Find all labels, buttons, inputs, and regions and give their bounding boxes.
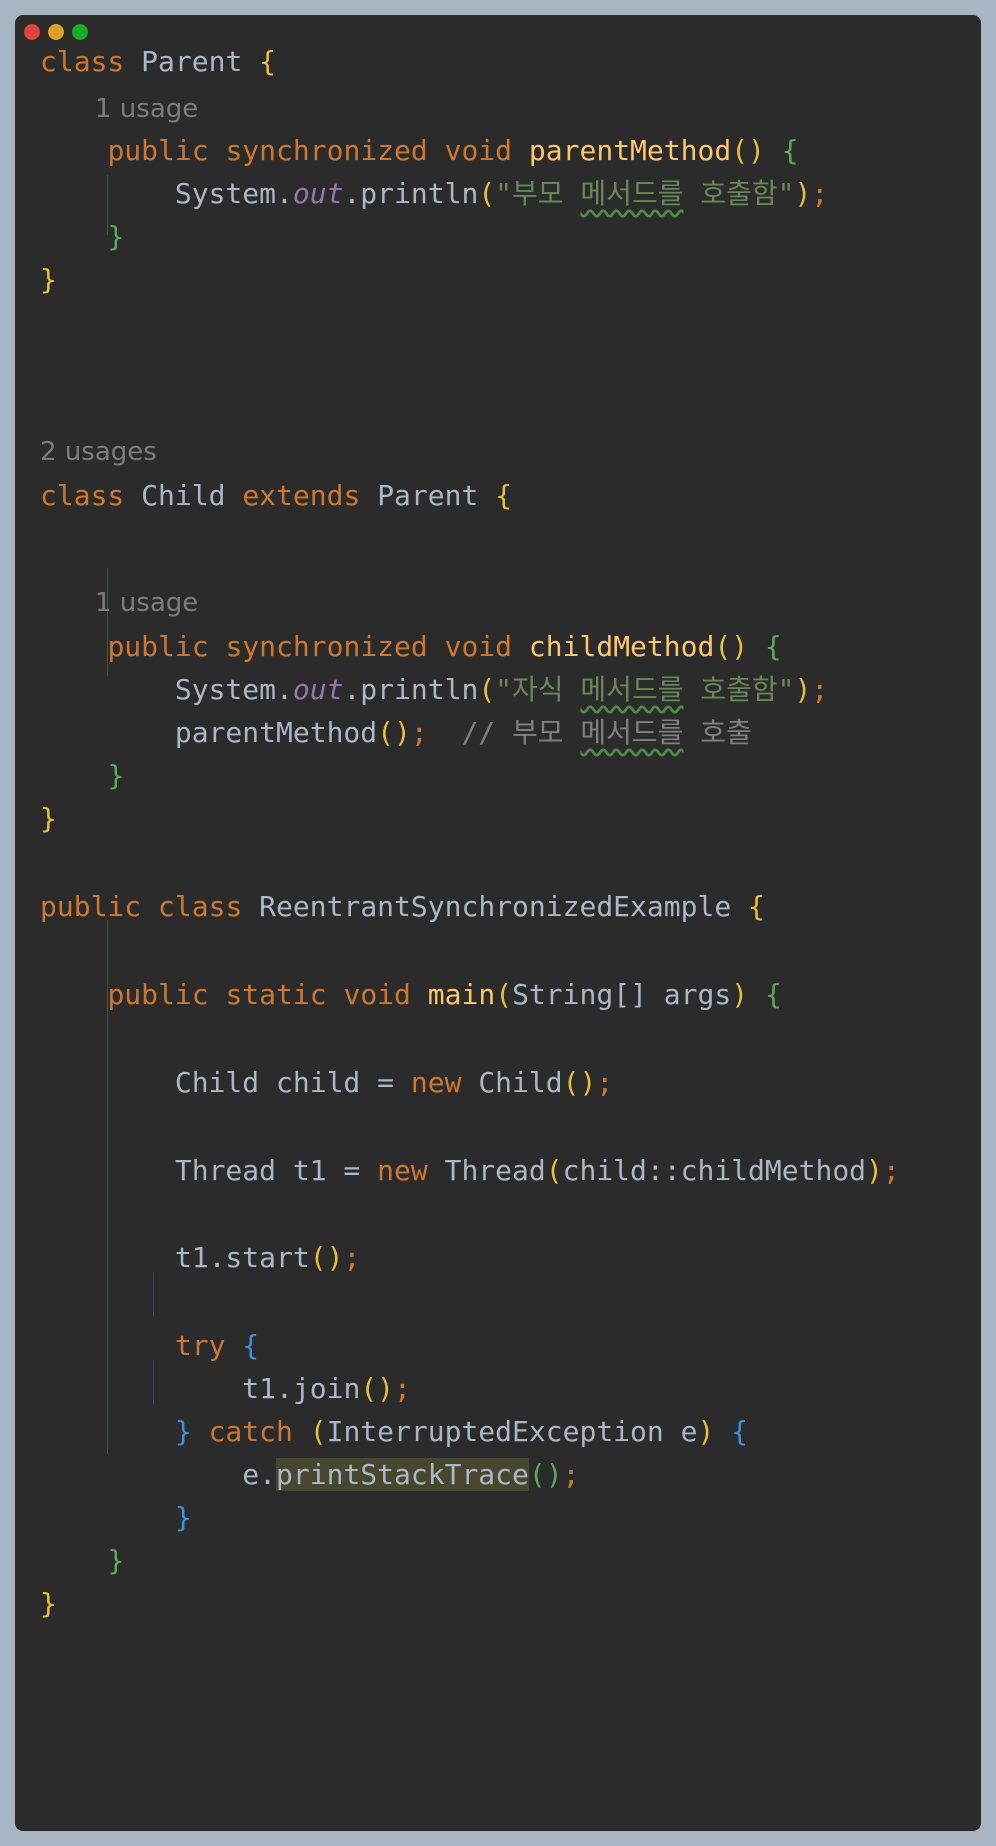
code-line: t1.join(); — [242, 1372, 411, 1405]
method-name: main — [427, 978, 496, 1011]
spelling-warning: 메서드를 — [580, 673, 684, 706]
code-line: } — [107, 1544, 125, 1577]
code-line: } — [174, 1501, 192, 1534]
code-line: class Parent { — [40, 45, 277, 78]
class-name: Parent — [141, 45, 243, 78]
code-line: public static void main(String[] args) { — [107, 978, 782, 1011]
usage-hint[interactable]: 1 usage — [95, 91, 198, 127]
highlighted-symbol: printStackTrace — [276, 1458, 529, 1491]
spelling-warning: 메서드를 — [580, 716, 684, 749]
method-name: childMethod — [528, 630, 715, 663]
code-window: class Parent { 1 usage public synchroniz… — [15, 15, 981, 1831]
code-line: Child child = new Child(); — [174, 1066, 614, 1099]
method-name: parentMethod — [528, 134, 732, 167]
code-line: e.printStackTrace(); — [242, 1458, 580, 1491]
class-name: ReentrantSynchronizedExample — [259, 890, 732, 923]
spelling-warning: 메서드를 — [580, 177, 684, 210]
code-editor[interactable]: class Parent { 1 usage public synchroniz… — [15, 15, 981, 1831]
usage-hint[interactable]: 1 usage — [95, 585, 198, 621]
code-line: } — [107, 759, 125, 792]
code-line: System.out.println("자식 메서드를 호출함"); — [174, 673, 829, 706]
usage-hint[interactable]: 2 usages — [40, 434, 157, 470]
code-line: } — [107, 220, 125, 253]
code-line: System.out.println("부모 메서드를 호출함"); — [174, 177, 829, 210]
code-line: Thread t1 = new Thread(child::childMetho… — [174, 1154, 900, 1187]
code-line: public class ReentrantSynchronizedExampl… — [40, 890, 765, 923]
code-line: } catch (InterruptedException e) { — [174, 1415, 749, 1448]
indent-guide — [153, 1272, 154, 1316]
code-line: public synchronized void parentMethod() … — [107, 134, 799, 167]
code-line: } — [40, 1587, 57, 1620]
code-line: class Child extends Parent { — [40, 479, 513, 512]
code-line: } — [40, 263, 57, 296]
code-line: try { — [174, 1329, 260, 1362]
code-line: t1.start(); — [174, 1241, 361, 1274]
code-line: parentMethod(); // 부모 메서드를 호출 — [174, 716, 752, 749]
code-line: } — [40, 802, 57, 835]
code-line: public synchronized void childMethod() { — [107, 630, 782, 663]
